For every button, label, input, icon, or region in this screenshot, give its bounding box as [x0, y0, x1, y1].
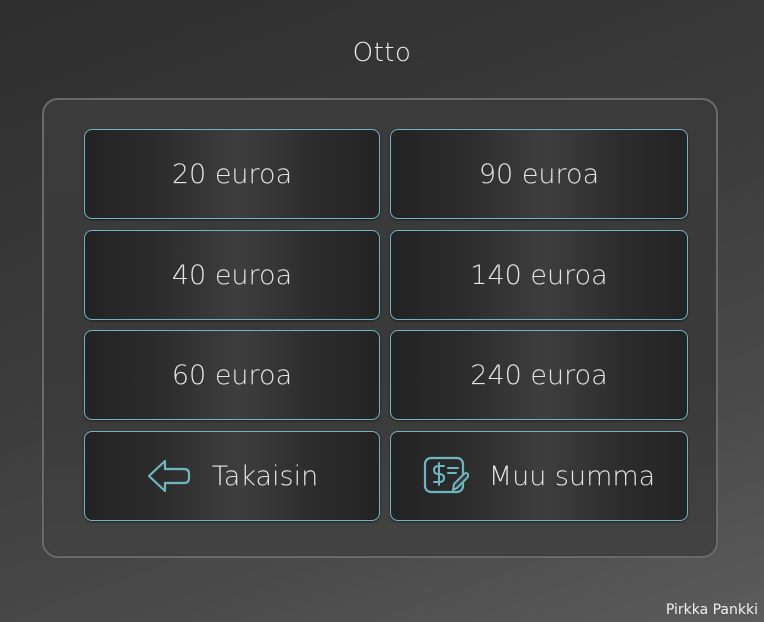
amount-label: 240 euroa — [470, 359, 608, 391]
back-button-label: Takaisin — [211, 460, 319, 492]
amount-button-40[interactable]: 40 euroa — [84, 230, 380, 320]
page-title: Otto — [352, 38, 412, 68]
other-amount-label: Muu summa — [488, 460, 656, 492]
brand-label: Pirkka Pankki — [665, 602, 758, 618]
arrow-left-icon — [146, 458, 192, 494]
amount-button-140[interactable]: 140 euroa — [390, 230, 688, 320]
amount-button-60[interactable]: 60 euroa — [84, 330, 380, 420]
amount-label: 140 euroa — [470, 259, 608, 291]
amount-button-240[interactable]: 240 euroa — [390, 330, 688, 420]
amount-button-20[interactable]: 20 euroa — [84, 129, 380, 219]
amount-label: 40 euroa — [171, 259, 293, 291]
amount-button-90[interactable]: 90 euroa — [390, 129, 688, 219]
other-amount-button[interactable]: Muu summa — [390, 431, 688, 521]
amount-label: 60 euroa — [171, 359, 293, 391]
money-edit-icon — [423, 456, 469, 496]
amount-label: 20 euroa — [171, 158, 293, 190]
amount-label: 90 euroa — [478, 158, 600, 190]
back-button[interactable]: Takaisin — [84, 431, 380, 521]
